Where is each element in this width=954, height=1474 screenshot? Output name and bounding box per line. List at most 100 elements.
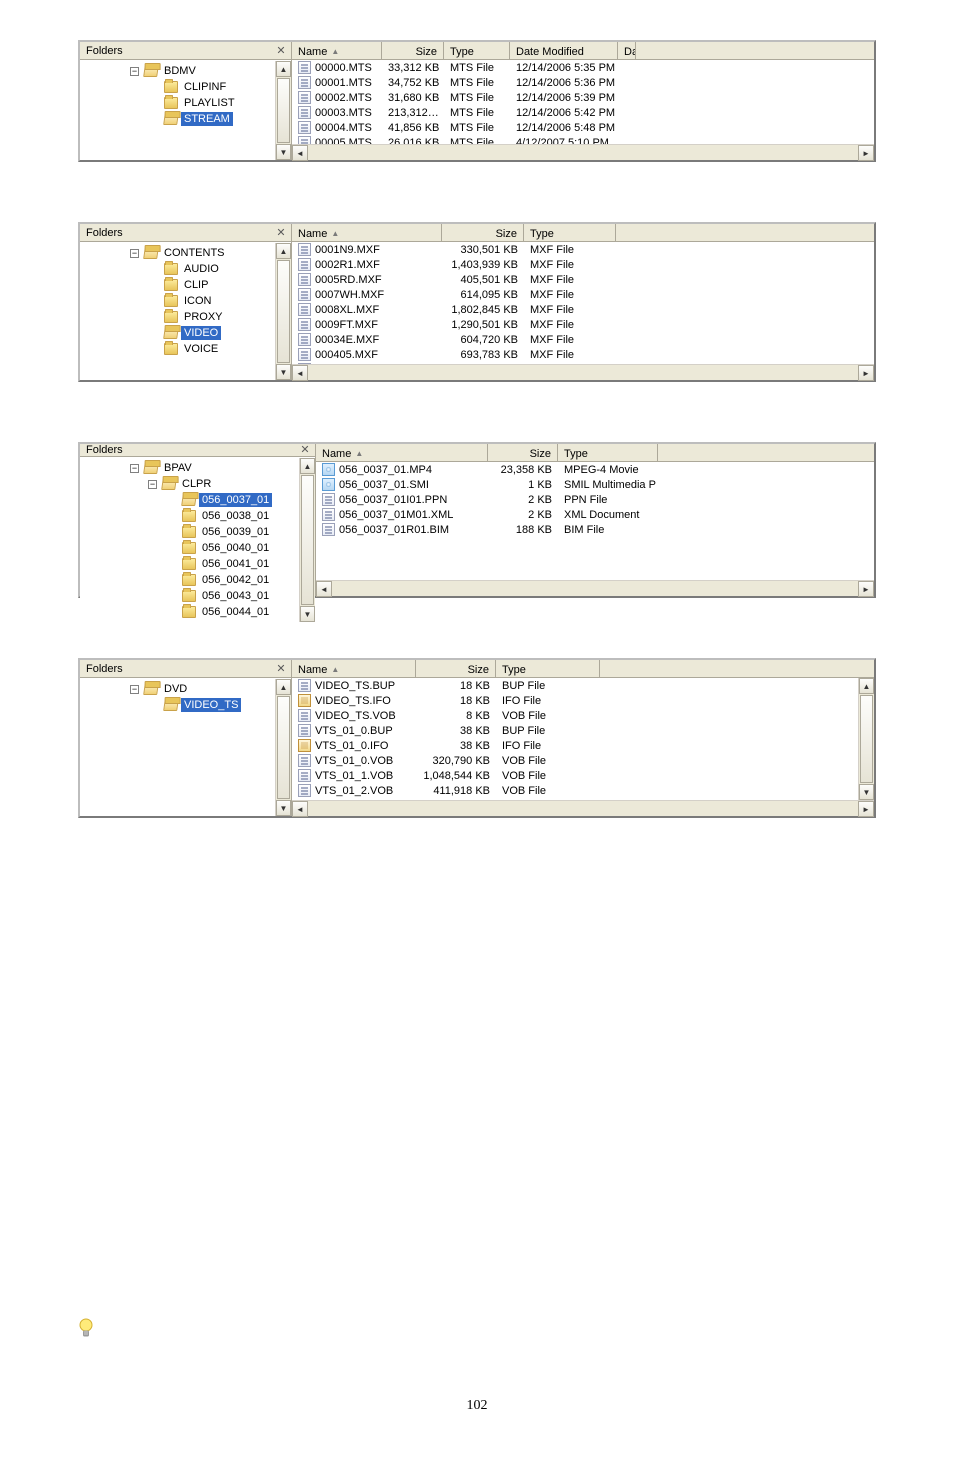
column-header[interactable]: Date Modified xyxy=(510,42,618,59)
tree-item-label[interactable]: STREAM xyxy=(181,112,233,126)
table-row[interactable]: 00034E.MXF604,720 KBMXF File xyxy=(292,332,874,347)
tree-item-label[interactable]: CONTENTS xyxy=(161,246,228,260)
tree-item-label[interactable]: VIDEO xyxy=(181,326,221,340)
table-row[interactable]: VIDEO_TS.IFO18 KBIFO File xyxy=(292,693,858,708)
scroll-thumb[interactable] xyxy=(860,695,873,783)
tree-item-label[interactable]: VIDEO_TS xyxy=(181,698,241,712)
table-row[interactable]: VTS_01_1.VOB1,048,544 KBVOB File xyxy=(292,768,858,783)
tree-item[interactable]: STREAM xyxy=(130,111,275,127)
scroll-down-icon[interactable]: ▼ xyxy=(276,364,291,380)
tree-item-label[interactable]: BPAV xyxy=(161,461,195,475)
scroll-right-icon[interactable]: ► xyxy=(858,145,874,161)
tree-item-label[interactable]: PROXY xyxy=(181,310,226,324)
tree-item[interactable]: PLAYLIST xyxy=(130,95,275,111)
tree-item[interactable]: 056_0037_01 xyxy=(130,492,299,508)
scroll-right-icon[interactable]: ► xyxy=(858,365,874,381)
tree-scrollbar[interactable]: ▲▼ xyxy=(275,243,291,380)
tree-item-label[interactable]: CLPR xyxy=(179,477,214,491)
expand-toggle-icon[interactable]: − xyxy=(130,67,139,76)
cell-name[interactable]: 0008XL.MXF xyxy=(292,303,442,317)
table-row[interactable]: 0005RD.MXF405,501 KBMXF File xyxy=(292,272,874,287)
table-row[interactable]: VTS_01_0.IFO38 KBIFO File xyxy=(292,738,858,753)
expand-toggle-icon[interactable]: − xyxy=(130,464,139,473)
tree-item[interactable]: 056_0038_01 xyxy=(130,508,299,524)
table-row[interactable]: 056_0037_01M01.XML2 KBXML Document xyxy=(316,507,874,522)
tree-item[interactable]: 056_0041_01 xyxy=(130,556,299,572)
folder-tree[interactable]: − BDMV CLIPINFPLAYLISTSTREAM xyxy=(80,61,275,160)
table-row[interactable]: 00002.MTS31,680 KBMTS File12/14/2006 5:3… xyxy=(292,90,874,105)
tree-item-label[interactable]: 056_0044_01 xyxy=(199,605,272,619)
cell-name[interactable]: VTS_01_0.BUP xyxy=(292,724,416,738)
tree-item-label[interactable]: 056_0040_01 xyxy=(199,541,272,555)
table-row[interactable]: VTS_01_0.VOB320,790 KBVOB File xyxy=(292,753,858,768)
close-icon[interactable]: ✕ xyxy=(275,227,287,239)
h-scrollbar[interactable]: ◄► xyxy=(292,800,874,816)
column-header[interactable]: Da xyxy=(618,42,636,59)
tree-item-label[interactable]: BDMV xyxy=(161,64,199,78)
table-row[interactable]: 0007WH.MXF614,095 KBMXF File xyxy=(292,287,874,302)
tree-scrollbar[interactable]: ▲▼ xyxy=(299,458,315,622)
scroll-right-icon[interactable]: ► xyxy=(858,581,874,597)
folder-tree[interactable]: − DVD VIDEO_TS xyxy=(80,679,275,816)
scroll-up-icon[interactable]: ▲ xyxy=(276,61,291,77)
table-row[interactable]: 0008XL.MXF1,802,845 KBMXF File xyxy=(292,302,874,317)
tree-item[interactable]: − CLPR xyxy=(130,476,299,492)
tree-item-label[interactable]: AUDIO xyxy=(181,262,222,276)
tree-item[interactable]: − BPAV xyxy=(130,460,299,476)
folder-tree[interactable]: −CONTENTSAUDIOCLIPICONPROXYVIDEOVOICE xyxy=(80,243,275,380)
file-rows[interactable]: 056_0037_01.MP423,358 KBMPEG-4 Movie 056_… xyxy=(316,462,874,580)
tree-item[interactable]: − BDMV xyxy=(130,63,275,79)
scroll-track[interactable] xyxy=(332,581,858,596)
table-row[interactable]: 0002R1.MXF1,403,939 KBMXF File xyxy=(292,257,874,272)
scroll-left-icon[interactable]: ◄ xyxy=(292,365,308,381)
cell-name[interactable]: VTS_01_2.VOB xyxy=(292,784,416,798)
expand-toggle-icon[interactable]: − xyxy=(148,480,157,489)
scroll-track[interactable] xyxy=(308,365,858,380)
table-row[interactable]: 056_0037_01R01.BIM188 KBBIM File xyxy=(316,522,874,537)
h-scrollbar[interactable]: ◄► xyxy=(292,144,874,160)
expand-toggle-icon[interactable]: − xyxy=(130,249,139,258)
tree-item-label[interactable]: CLIP xyxy=(181,278,211,292)
cell-name[interactable]: 056_0037_01M01.XML xyxy=(316,508,488,522)
column-header[interactable]: Size xyxy=(416,660,496,677)
table-row[interactable]: 00003.MTS213,312…MTS File12/14/2006 5:42… xyxy=(292,105,874,120)
scroll-track[interactable] xyxy=(308,801,858,816)
cell-name[interactable]: 00034E.MXF xyxy=(292,333,442,347)
cell-name[interactable]: VTS_01_0.VOB xyxy=(292,754,416,768)
tree-item-label[interactable]: 056_0037_01 xyxy=(199,493,272,507)
cell-name[interactable]: 00005.MTS xyxy=(292,136,382,145)
table-row[interactable]: 000405.MXF693,783 KBMXF File xyxy=(292,347,874,362)
table-row[interactable]: 00005.MTS26,016 KBMTS File4/12/2007 5:10… xyxy=(292,135,874,144)
scroll-up-icon[interactable]: ▲ xyxy=(300,458,315,474)
table-row[interactable]: 056_0037_01.MP423,358 KBMPEG-4 Movie xyxy=(316,462,874,477)
tree-item[interactable]: 056_0043_01 xyxy=(130,588,299,604)
close-icon[interactable]: ✕ xyxy=(275,663,287,675)
table-row[interactable]: 0009FT.MXF1,290,501 KBMXF File xyxy=(292,317,874,332)
tree-item[interactable]: PROXY xyxy=(130,309,275,325)
scroll-right-icon[interactable]: ► xyxy=(858,801,874,817)
cell-name[interactable]: VTS_01_0.IFO xyxy=(292,739,416,753)
cell-name[interactable]: 00002.MTS xyxy=(292,91,382,105)
cell-name[interactable]: 00000.MTS xyxy=(292,61,382,75)
cell-name[interactable]: 00001.MTS xyxy=(292,76,382,90)
cell-name[interactable]: 056_0037_01R01.BIM xyxy=(316,523,488,537)
expand-toggle-icon[interactable]: − xyxy=(130,685,139,694)
cell-name[interactable]: 0001N9.MXF xyxy=(292,243,442,257)
column-header[interactable]: Type xyxy=(558,444,658,461)
column-header[interactable]: Size xyxy=(488,444,558,461)
cell-name[interactable]: VIDEO_TS.VOB xyxy=(292,709,416,723)
tree-item-label[interactable]: CLIPINF xyxy=(181,80,229,94)
column-header[interactable]: Name▲ xyxy=(292,224,442,241)
cell-name[interactable]: VIDEO_TS.IFO xyxy=(292,694,416,708)
cell-name[interactable]: 000405.MXF xyxy=(292,348,442,362)
scroll-thumb[interactable] xyxy=(277,260,290,363)
cell-name[interactable]: VIDEO_TS.BUP xyxy=(292,679,416,693)
table-row[interactable]: VIDEO_TS.VOB8 KBVOB File xyxy=(292,708,858,723)
h-scrollbar[interactable]: ◄► xyxy=(316,580,874,596)
tree-item[interactable]: VOICE xyxy=(130,341,275,357)
tree-item-label[interactable]: DVD xyxy=(161,682,190,696)
tree-item[interactable]: − DVD xyxy=(130,681,275,697)
table-row[interactable]: 056_0037_01I01.PPN2 KBPPN File xyxy=(316,492,874,507)
scroll-down-icon[interactable]: ▼ xyxy=(300,606,315,622)
column-header[interactable]: Size xyxy=(442,224,524,241)
